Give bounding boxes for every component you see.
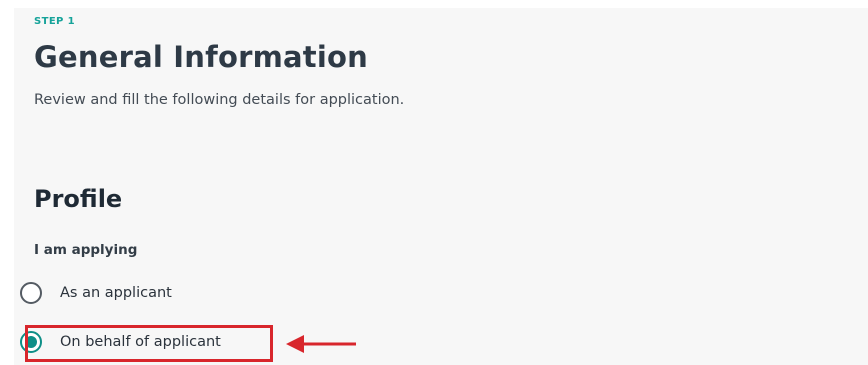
- radio-button-unchecked[interactable]: [20, 282, 42, 304]
- page-title: General Information: [34, 40, 368, 74]
- red-left-arrow-icon: [286, 335, 356, 353]
- applying-question-label: I am applying: [34, 242, 138, 258]
- form-panel: STEP 1 General Information Review and fi…: [14, 8, 868, 365]
- page-subtitle: Review and fill the following details fo…: [34, 92, 405, 108]
- radio-label-as-applicant: As an applicant: [60, 285, 172, 301]
- highlight-box: [25, 325, 273, 362]
- step-label: STEP 1: [34, 16, 76, 27]
- radio-option-as-applicant[interactable]: As an applicant: [20, 282, 172, 304]
- profile-section-title: Profile: [34, 185, 123, 213]
